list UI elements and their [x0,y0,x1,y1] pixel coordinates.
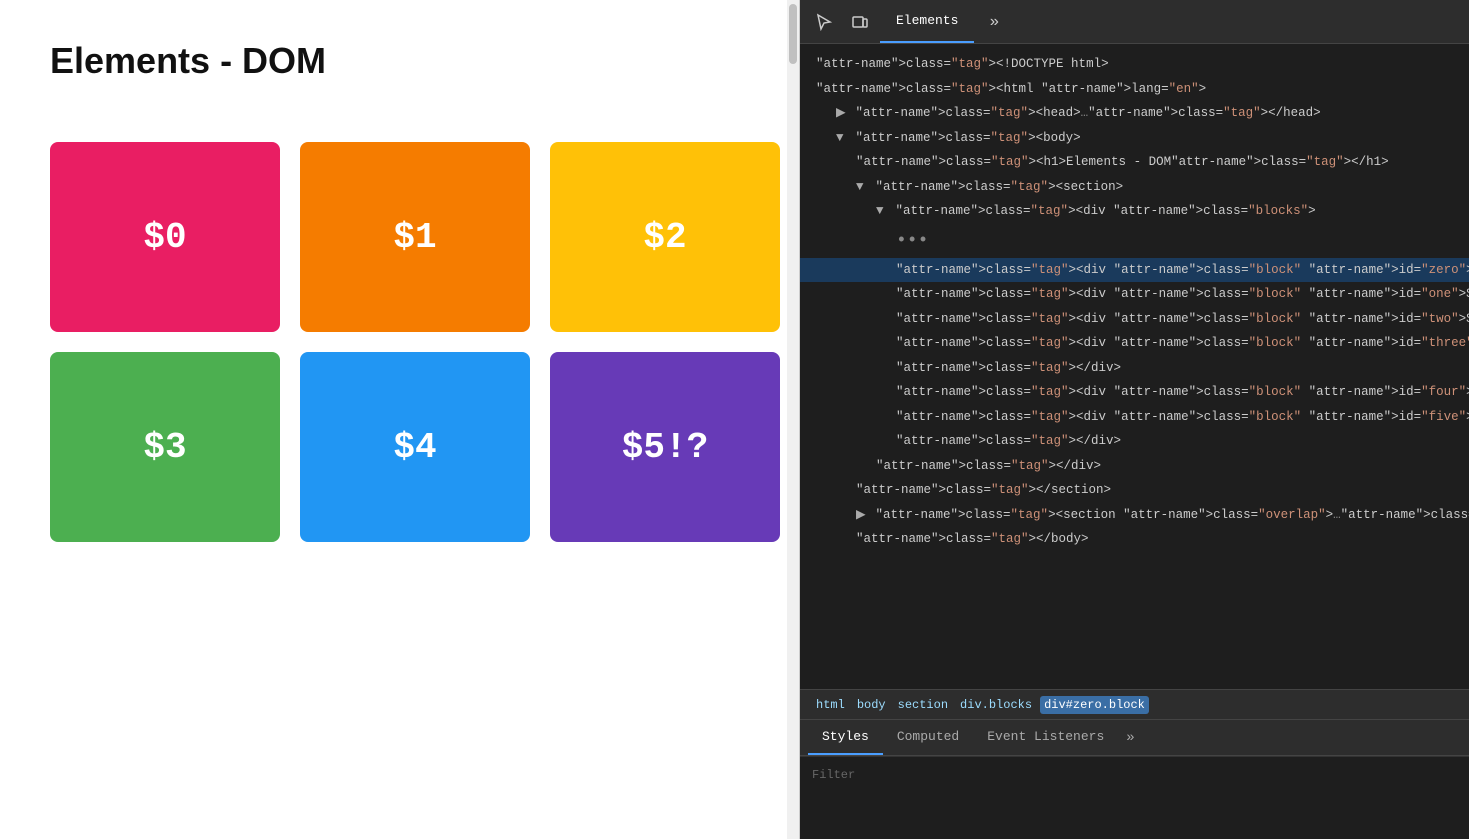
dom-line-div-blocks[interactable]: ▼ "attr-name">class="tag"><div "attr-nam… [800,199,1469,224]
devtools-panel: Elements » ⋮ ✕ "attr-name">class="tag"><… [800,0,1469,839]
breadcrumb-item-1[interactable]: body [853,696,890,714]
block-one[interactable]: $1 [300,142,530,332]
devtools-top-tabs: Elements [880,0,974,43]
dom-line-head[interactable]: ▶ "attr-name">class="tag"><head>…"attr-n… [800,101,1469,126]
tab-computed[interactable]: Computed [883,720,973,755]
dom-line-div-zero[interactable]: "attr-name">class="tag"><div "attr-name"… [800,258,1469,283]
more-tabs-icon[interactable]: » [978,6,1010,38]
tab-styles[interactable]: Styles [808,720,883,755]
filter-bar: :hov .cls + [800,756,1469,792]
breadcrumb-item-0[interactable]: html [812,696,849,714]
scrollbar[interactable] [787,0,799,839]
inspector-icon[interactable] [808,6,840,38]
dom-line-section-open[interactable]: ▼ "attr-name">class="tag"><section> [800,175,1469,200]
bottom-panel: Styles Computed Event Listeners » :hov .… [800,719,1469,839]
dom-line-h1[interactable]: "attr-name">class="tag"><h1>Elements - D… [800,150,1469,175]
bottom-tabs: Styles Computed Event Listeners » [800,720,1469,756]
tab-event-listeners[interactable]: Event Listeners [973,720,1118,755]
dom-tree[interactable]: "attr-name">class="tag"><!DOCTYPE html>"… [800,44,1469,689]
dom-line-html-open[interactable]: "attr-name">class="tag"><html "attr-name… [800,77,1469,102]
dom-line-doctype[interactable]: "attr-name">class="tag"><!DOCTYPE html> [800,52,1469,77]
tab-elements[interactable]: Elements [880,0,974,43]
block-five[interactable]: $5!? [550,352,780,542]
dom-line-div-four[interactable]: "attr-name">class="tag"><div "attr-name"… [800,380,1469,405]
dom-line-div-five-open[interactable]: "attr-name">class="tag"><div "attr-name"… [800,405,1469,430]
filter-input[interactable] [812,768,1469,782]
breadcrumb-bar: html body section div.blocks div#zero.bl… [800,689,1469,719]
page-title: Elements - DOM [50,40,749,82]
dom-line-div-three-close[interactable]: "attr-name">class="tag"></div> [800,356,1469,381]
device-toggle-icon[interactable] [844,6,876,38]
dom-line-div-five-close[interactable]: "attr-name">class="tag"></div> [800,429,1469,454]
dom-dots-line: ••• [800,224,1469,258]
breadcrumb-item-3[interactable]: div.blocks [956,696,1036,714]
dom-line-div-three-open[interactable]: "attr-name">class="tag"><div "attr-name"… [800,331,1469,356]
dom-line-blocks-close[interactable]: "attr-name">class="tag"></div> [800,454,1469,479]
block-two[interactable]: $2 [550,142,780,332]
block-zero[interactable]: $0 [50,142,280,332]
more-bottom-tabs-icon[interactable]: » [1118,730,1142,746]
breadcrumb-item-2[interactable]: section [894,696,952,714]
devtools-toolbar: Elements » ⋮ ✕ [800,0,1469,44]
blocks-grid: $0$1$2$3$4$5!? [50,142,749,542]
dom-line-div-one[interactable]: "attr-name">class="tag"><div "attr-name"… [800,282,1469,307]
dom-line-body-open[interactable]: ▼ "attr-name">class="tag"><body> [800,126,1469,151]
left-panel: Elements - DOM $0$1$2$3$4$5!? [0,0,800,839]
dom-line-body-close[interactable]: "attr-name">class="tag"></body> [800,527,1469,552]
scrollbar-thumb[interactable] [789,4,797,64]
breadcrumb-item-4[interactable]: div#zero.block [1040,696,1149,714]
dom-line-div-two[interactable]: "attr-name">class="tag"><div "attr-name"… [800,307,1469,332]
block-four[interactable]: $4 [300,352,530,542]
block-three[interactable]: $3 [50,352,280,542]
dom-line-section-close[interactable]: "attr-name">class="tag"></section> [800,478,1469,503]
dom-line-section-overlap[interactable]: ▶ "attr-name">class="tag"><section "attr… [800,503,1469,528]
